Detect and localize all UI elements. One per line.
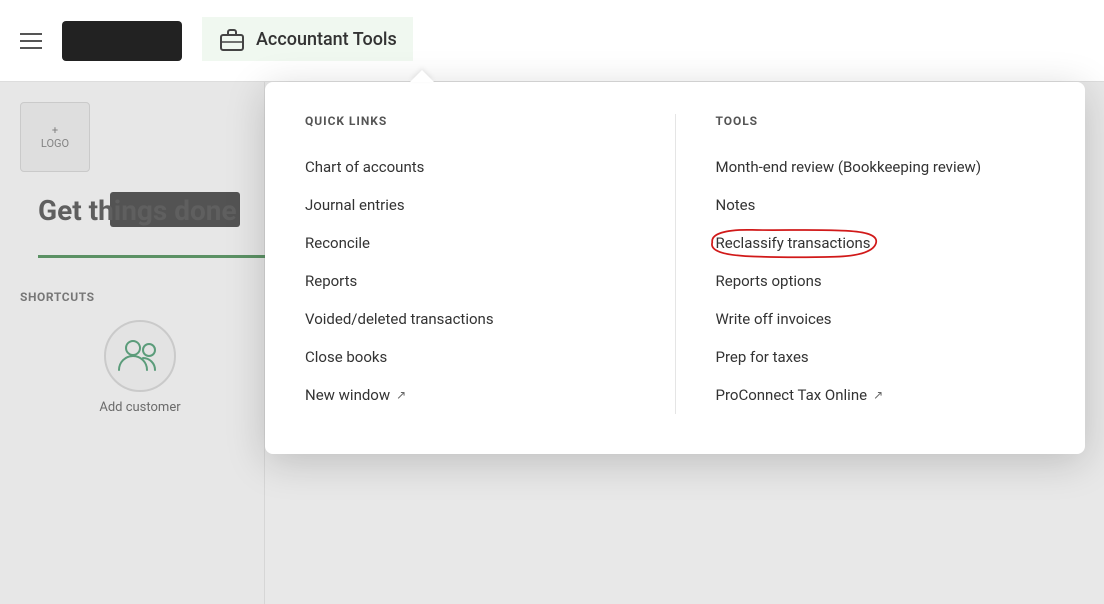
menu-item-reclassify-transactions[interactable]: Reclassify transactions xyxy=(716,224,1046,262)
navbar: Accountant Tools xyxy=(0,0,1104,82)
prep-for-taxes-label: Prep for taxes xyxy=(716,348,809,366)
journal-entries-label: Journal entries xyxy=(305,196,405,214)
menu-item-month-end-review[interactable]: Month-end review (Bookkeeping review) xyxy=(716,148,1046,186)
tools-header: TOOLS xyxy=(716,114,1046,128)
quick-links-header: QUICK LINKS xyxy=(305,114,635,128)
menu-item-notes[interactable]: Notes xyxy=(716,186,1046,224)
bg-overlay-left xyxy=(0,82,265,604)
accountant-tools-nav-button[interactable]: Accountant Tools xyxy=(202,17,413,64)
close-books-label: Close books xyxy=(305,348,387,366)
tools-column: TOOLS Month-end review (Bookkeeping revi… xyxy=(676,114,1046,414)
reconcile-label: Reconcile xyxy=(305,234,370,252)
menu-item-prep-for-taxes[interactable]: Prep for taxes xyxy=(716,338,1046,376)
nav-logo xyxy=(62,21,182,61)
reports-label: Reports xyxy=(305,272,357,290)
menu-item-new-window[interactable]: New window ↗ xyxy=(305,376,635,414)
menu-item-close-books[interactable]: Close books xyxy=(305,338,635,376)
quick-links-column: QUICK LINKS Chart of accounts Journal en… xyxy=(305,114,676,414)
briefcase-icon xyxy=(218,25,246,53)
accountant-tools-label: Accountant Tools xyxy=(256,29,397,50)
reclassify-transactions-label: Reclassify transactions xyxy=(716,234,871,252)
menu-item-proconnect-tax[interactable]: ProConnect Tax Online ↗ xyxy=(716,376,1046,414)
voided-deleted-label: Voided/deleted transactions xyxy=(305,310,494,328)
notes-label: Notes xyxy=(716,196,756,214)
new-window-label: New window xyxy=(305,386,390,404)
reports-options-label: Reports options xyxy=(716,272,822,290)
hamburger-menu-button[interactable] xyxy=(20,33,42,49)
menu-item-reports[interactable]: Reports xyxy=(305,262,635,300)
reclassify-wrapper: Reclassify transactions xyxy=(716,234,871,252)
dropdown-columns: QUICK LINKS Chart of accounts Journal en… xyxy=(305,114,1045,414)
menu-item-write-off-invoices[interactable]: Write off invoices xyxy=(716,300,1046,338)
menu-item-voided-deleted[interactable]: Voided/deleted transactions xyxy=(305,300,635,338)
menu-item-reconcile[interactable]: Reconcile xyxy=(305,224,635,262)
chart-of-accounts-label: Chart of accounts xyxy=(305,158,424,176)
accountant-tools-dropdown: QUICK LINKS Chart of accounts Journal en… xyxy=(265,82,1085,454)
proconnect-external-link-icon: ↗ xyxy=(873,388,883,402)
menu-item-reports-options[interactable]: Reports options xyxy=(716,262,1046,300)
write-off-invoices-label: Write off invoices xyxy=(716,310,832,328)
menu-item-journal-entries[interactable]: Journal entries xyxy=(305,186,635,224)
proconnect-tax-label: ProConnect Tax Online xyxy=(716,386,868,404)
external-link-icon: ↗ xyxy=(396,388,406,402)
menu-item-chart-of-accounts[interactable]: Chart of accounts xyxy=(305,148,635,186)
month-end-review-label: Month-end review (Bookkeeping review) xyxy=(716,158,982,176)
